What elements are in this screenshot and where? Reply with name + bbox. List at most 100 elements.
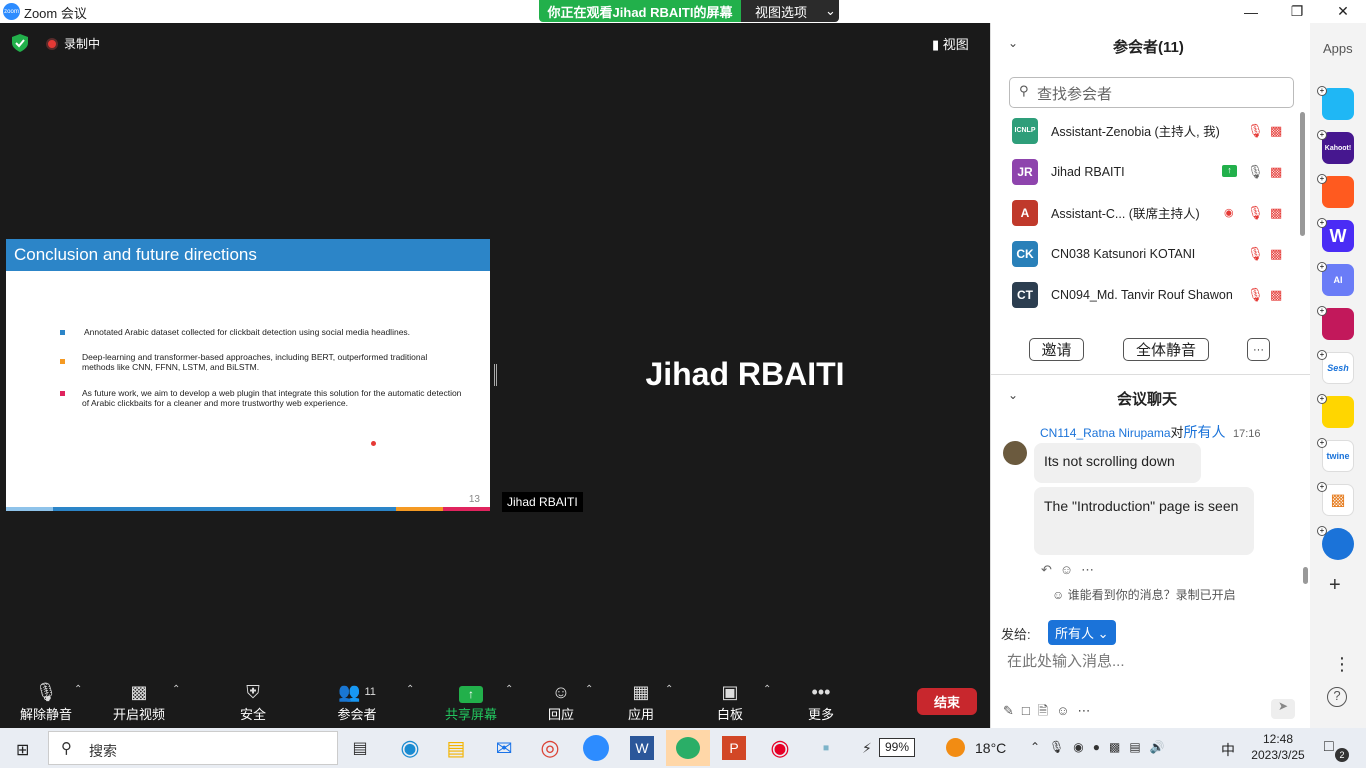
whiteboard-chevron-icon[interactable]: ⌃ xyxy=(763,684,771,695)
help-icon[interactable]: ? xyxy=(1327,687,1347,707)
participants-more-button[interactable]: ··· xyxy=(1247,338,1270,361)
sharing-screen-icon: ↑ xyxy=(1222,165,1237,177)
wooclap-app-icon[interactable]: W xyxy=(1322,220,1354,252)
view-options-button[interactable]: 视图选项 ⌄ xyxy=(741,0,839,22)
whiteboard-button[interactable]: ▣ 白板 xyxy=(690,680,770,723)
participant-row[interactable]: JR Jihad RBAITI ↑ 🎙 ▩ xyxy=(990,151,1296,192)
participant-row[interactable]: CT CN094_Md. Tanvir Rouf Shawon 🎙 ▩ xyxy=(990,274,1296,315)
taskbar-search[interactable]: ⚲ 搜索 xyxy=(48,731,338,765)
security-button[interactable]: ⛨ 安全 xyxy=(213,680,293,723)
participant-row[interactable]: A Assistant-C... (联席主持人) ◉ 🎙 ▩ xyxy=(990,192,1296,233)
weather-sun-icon xyxy=(946,738,965,757)
sesh-app-icon[interactable]: Sesh xyxy=(1322,352,1354,384)
audio-options-chevron-icon[interactable]: ⌃ xyxy=(74,684,82,695)
notification-icon[interactable]: □ xyxy=(1324,738,1334,756)
zoom-taskbar-icon[interactable] xyxy=(578,730,614,766)
weather-temperature[interactable]: 18°C xyxy=(975,740,1006,756)
participant-name: Assistant-C... (联席主持人) xyxy=(1051,207,1200,221)
chat-sender-name[interactable]: CN114_Ratna Nirupama xyxy=(1040,426,1171,440)
close-icon[interactable]: ✕ xyxy=(1320,0,1366,23)
mute-all-button[interactable]: 全体静音 xyxy=(1123,338,1209,361)
chat-scrollbar[interactable] xyxy=(1303,567,1308,584)
send-icon[interactable]: ➤ xyxy=(1271,699,1295,719)
shield-icon[interactable] xyxy=(12,34,28,52)
mic-muted-icon: 🎙 xyxy=(1247,204,1264,220)
add-icon: + xyxy=(1317,218,1327,228)
recording-indicator[interactable]: 录制中 xyxy=(46,35,100,52)
participants-chevron-icon[interactable]: ⌃ xyxy=(406,684,414,695)
collapse-chat-chevron-icon[interactable]: ⌄ xyxy=(1008,388,1018,402)
notification-count: 2 xyxy=(1335,748,1349,762)
kahoot-app-icon[interactable]: Kahoot! xyxy=(1322,132,1354,164)
share-options-chevron-icon[interactable]: ⌃ xyxy=(505,684,513,695)
participant-search-input[interactable]: ⚲ 查找参会者 xyxy=(1009,77,1294,108)
chat-privacy-note[interactable]: ☺ 谁能看到你的消息？录制已开启 xyxy=(1052,586,1236,603)
avatar: CT xyxy=(1012,281,1038,308)
screenshot-icon: □ xyxy=(1021,703,1038,718)
slide-bullet: Annotated Arabic dataset collected for c… xyxy=(84,327,411,337)
task-view-icon[interactable]: ▤ xyxy=(342,730,378,766)
emoji-icon: ☺ xyxy=(1056,703,1078,718)
add-app-icon[interactable]: + xyxy=(1329,574,1341,597)
edge-browser-icon[interactable]: ◉ xyxy=(392,730,428,766)
slide-page-number: 13 xyxy=(468,494,480,505)
search-icon: ⚲ xyxy=(1019,83,1029,98)
shield-icon: ⛨ xyxy=(246,682,260,702)
restore-icon[interactable]: ❐ xyxy=(1274,0,1320,23)
chat-input[interactable]: 在此处输入消息... xyxy=(1007,650,1125,671)
collapse-participants-chevron-icon[interactable]: ⌄ xyxy=(1008,36,1018,50)
smile-app-icon[interactable] xyxy=(1322,396,1354,428)
participant-name: CN094_Md. Tanvir Rouf Shawon xyxy=(1051,287,1233,302)
participant-search-placeholder: 查找参会者 xyxy=(1037,86,1113,103)
chat-timestamp: 17:16 xyxy=(1232,428,1261,440)
participants-button[interactable]: 👥 11 参会者 xyxy=(317,680,397,723)
ime-indicator[interactable]: 中 xyxy=(1221,740,1235,760)
chat-toolbar[interactable]: ✎□🗎☺⋯ xyxy=(1003,702,1099,724)
slide-bullet-marker xyxy=(60,359,65,364)
participant-row[interactable]: ICNLP Assistant-Zenobia (主持人, 我) 🎙 ▩ xyxy=(990,110,1296,151)
slide-bullet-marker xyxy=(60,391,65,396)
file-explorer-icon[interactable]: ▤ xyxy=(438,730,474,766)
notes-app-icon[interactable]: ▪ xyxy=(808,730,844,766)
send-to-dropdown[interactable]: 所有人 ⌄ xyxy=(1048,620,1116,645)
start-video-button[interactable]: ▩ 开启视频 xyxy=(99,680,179,723)
windows-start-icon[interactable]: ⊞ xyxy=(16,740,29,760)
pitch-app-icon[interactable] xyxy=(1322,88,1354,120)
reactions-chevron-icon[interactable]: ⌃ xyxy=(585,684,593,695)
twine-app-icon[interactable]: twine xyxy=(1322,440,1354,472)
miro-app-icon[interactable] xyxy=(1322,176,1354,208)
whiteboard-icon: ▣ xyxy=(721,682,739,702)
divider xyxy=(991,374,1310,375)
end-meeting-button[interactable]: 结束 xyxy=(917,688,977,715)
more-vertical-icon[interactable]: ⋮ xyxy=(1333,654,1351,675)
invite-button[interactable]: 邀请 xyxy=(1029,338,1084,361)
participants-scrollbar[interactable] xyxy=(1300,112,1305,236)
sync-app-icon[interactable] xyxy=(1322,528,1354,560)
ai-app-icon[interactable]: AI xyxy=(1322,264,1354,296)
wechat-icon[interactable] xyxy=(666,730,710,766)
avatar xyxy=(1003,441,1027,465)
battery-indicator[interactable]: 99% xyxy=(879,738,915,757)
mail-icon[interactable]: ✉ xyxy=(486,730,522,766)
view-button[interactable]: ▮ 视图 xyxy=(932,34,969,53)
word-icon[interactable]: W xyxy=(624,730,660,766)
format-icon: ✎ xyxy=(1003,703,1022,718)
video-options-chevron-icon[interactable]: ⌃ xyxy=(172,684,180,695)
split-divider-handle[interactable] xyxy=(494,364,497,386)
more-button[interactable]: ••• 更多 xyxy=(781,680,861,723)
system-tray-icons[interactable]: ⌃🎙◉●▩▤🔊 xyxy=(1030,740,1174,754)
chrome-icon[interactable]: ◎ xyxy=(532,730,568,766)
apps-chevron-icon[interactable]: ⌃ xyxy=(665,684,673,695)
share-screen-button[interactable]: ↑ 共享屏幕 xyxy=(431,680,511,723)
minimize-icon[interactable]: — xyxy=(1228,0,1274,23)
more-dots-icon: ⋯ xyxy=(1077,703,1099,718)
grid-app-icon[interactable]: ▩ xyxy=(1322,484,1354,516)
chevron-down-icon: ⌄ xyxy=(1097,626,1109,641)
powerpoint-icon[interactable]: P xyxy=(716,730,752,766)
polly-app-icon[interactable] xyxy=(1322,308,1354,340)
clock-date: 2023/3/25 xyxy=(1251,748,1305,762)
chat-message-actions[interactable]: ↶☺⋯ xyxy=(1041,562,1102,578)
clock[interactable]: 12:48 2023/3/25 xyxy=(1248,731,1308,763)
participant-row[interactable]: CK CN038 Katsunori KOTANI 🎙 ▩ xyxy=(990,233,1296,274)
netease-music-icon[interactable]: ◉ xyxy=(762,730,798,766)
